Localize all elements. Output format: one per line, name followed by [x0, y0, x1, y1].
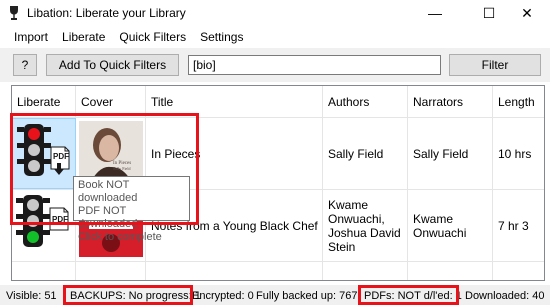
- backups-status: BACKUPS: No progress: 1: [70, 290, 201, 302]
- traffic-light-pdf-icon: PDF: [16, 195, 69, 247]
- narrators-cell[interactable]: Sally Field: [408, 118, 493, 189]
- column-header-narrators[interactable]: Narrators: [408, 86, 493, 118]
- status-bar: Visible: 51 BACKUPS: No progress: 1 Encr…: [0, 285, 550, 305]
- cover-cell-partial: [76, 262, 146, 280]
- narrators-cell[interactable]: Kwame Onwuachi: [408, 190, 493, 261]
- traffic-light-pdf-icon: PDF: [17, 124, 70, 176]
- filter-input[interactable]: [188, 55, 441, 75]
- title-cell-partial: [146, 262, 323, 280]
- narrators-cell-partial: [408, 262, 493, 280]
- filter-button[interactable]: Filter: [449, 54, 541, 76]
- column-header-cover[interactable]: Cover: [76, 86, 146, 118]
- close-button[interactable]: ✕: [504, 0, 550, 26]
- liberate-button[interactable]: PDF: [12, 118, 76, 189]
- encrypted-count: Encrypted: 0: [192, 290, 254, 302]
- window-title: Libation: Liberate your Library: [27, 6, 186, 20]
- menu-bar: Import Liberate Quick Filters Settings: [0, 26, 550, 48]
- menu-quick-filters[interactable]: Quick Filters: [112, 26, 193, 48]
- authors-cell-partial: [323, 262, 408, 280]
- authors-cell[interactable]: Kwame Onwuachi, Joshua David Stein: [323, 190, 408, 261]
- liberate-cell-partial: [12, 262, 76, 280]
- visible-count: Visible: 51: [6, 290, 57, 302]
- grid-header: Liberate Cover Title Authors Narrators L…: [12, 86, 544, 118]
- tooltip-book-status: Book NOT downloaded: [78, 179, 138, 204]
- fully-backed-up-count: Fully backed up: 767: [256, 290, 358, 302]
- column-header-length[interactable]: Length: [493, 86, 544, 118]
- downloaded-count: Downloaded: 40: [465, 290, 545, 302]
- help-button[interactable]: ?: [13, 54, 37, 76]
- menu-liberate[interactable]: Liberate: [55, 26, 112, 48]
- pdfs-status: PDFs: NOT d/l'ed: 1: [364, 290, 462, 302]
- filter-toolbar: ? Add To Quick Filters Filter: [0, 48, 550, 82]
- length-cell[interactable]: 7 hr 3: [493, 190, 544, 261]
- tooltip-pdf-status: PDF NOT downloaded: [78, 205, 138, 230]
- add-to-quick-filters-button[interactable]: Add To Quick Filters: [46, 54, 179, 76]
- liberate-button[interactable]: PDF: [12, 190, 76, 261]
- length-cell[interactable]: 10 hrs: [493, 118, 544, 189]
- column-header-liberate[interactable]: Liberate: [12, 86, 76, 118]
- wine-glass-icon: [8, 6, 20, 20]
- tooltip-action-hint: Click to complete: [78, 231, 162, 243]
- svg-text:PDF: PDF: [53, 152, 69, 161]
- table-row[interactable]: [12, 262, 544, 280]
- column-header-authors[interactable]: Authors: [323, 86, 408, 118]
- menu-settings[interactable]: Settings: [193, 26, 250, 48]
- menu-import[interactable]: Import: [0, 26, 55, 48]
- minimize-button[interactable]: —: [412, 0, 458, 26]
- column-header-title[interactable]: Title: [146, 86, 323, 118]
- title-bar: Libation: Liberate your Library — ☐ ✕: [0, 0, 550, 26]
- authors-cell[interactable]: Sally Field: [323, 118, 408, 189]
- liberate-status-tooltip: Book NOT downloaded PDF NOT downloaded C…: [73, 176, 190, 243]
- cover-author-text: Sally Field: [113, 166, 130, 171]
- svg-text:PDF: PDF: [52, 215, 68, 224]
